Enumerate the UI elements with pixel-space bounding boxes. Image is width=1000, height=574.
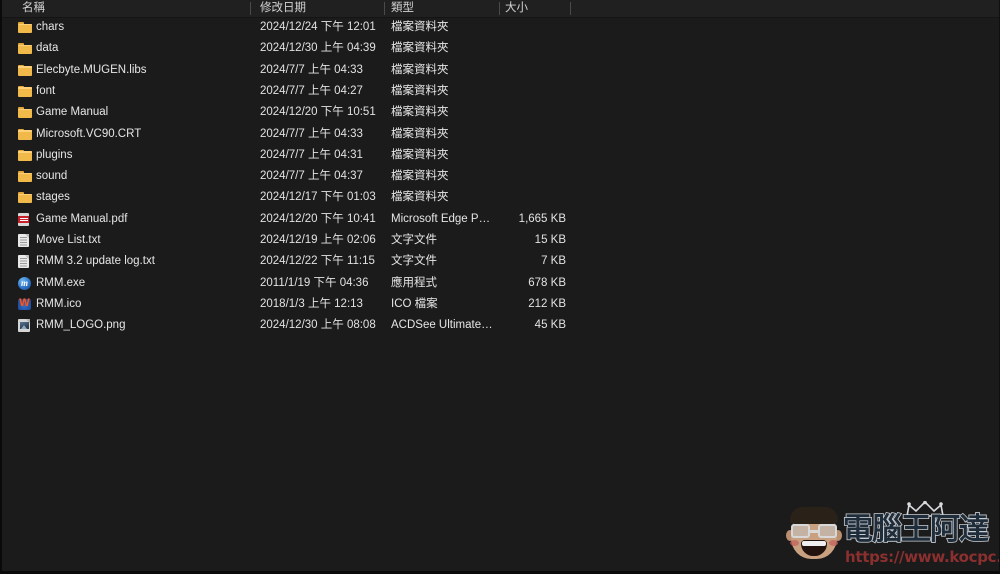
cell-name: Elecbyte.MUGEN.libs	[36, 63, 147, 76]
cell-size	[472, 17, 566, 38]
cell-name: RMM.ico	[36, 297, 82, 310]
cell-name: plugins	[36, 148, 73, 161]
cell-size: 212 KB	[528, 297, 566, 310]
folder-icon	[18, 106, 32, 119]
folder-icon	[18, 85, 32, 98]
cell-size	[472, 166, 566, 187]
text-file-icon	[18, 234, 32, 247]
cell-date: 2024/12/20 下午 10:41	[260, 212, 376, 225]
table-row[interactable]: data 2024/12/30 上午 04:39 檔案資料夾	[2, 38, 999, 59]
cell-date: 2024/12/24 下午 12:01	[260, 21, 376, 33]
cell-name: sound	[36, 170, 68, 183]
table-row[interactable]: Game Manual 2024/12/20 下午 10:51 檔案資料夾	[2, 102, 999, 123]
column-resize-handle-0[interactable]	[250, 2, 251, 15]
cell-date: 2024/12/20 下午 10:51	[260, 106, 376, 119]
table-row[interactable]: Elecbyte.MUGEN.libs 2024/7/7 上午 04:33 檔案資料…	[2, 60, 999, 81]
cell-size	[472, 124, 566, 145]
column-header-0[interactable]: 名稱	[22, 0, 242, 17]
cell-size: 15 KB	[534, 234, 566, 246]
text-file-icon	[18, 255, 32, 269]
cell-date: 2024/7/7 上午 04:37	[260, 170, 363, 183]
cell-size	[472, 187, 566, 208]
folder-icon	[18, 64, 32, 77]
cell-size	[472, 102, 566, 123]
folder-icon	[18, 149, 32, 162]
cell-name: chars	[36, 21, 65, 33]
folder-icon	[18, 21, 32, 34]
cell-date: 2024/12/19 上午 02:06	[260, 234, 376, 246]
cell-date: 2024/7/7 上午 04:33	[260, 127, 363, 140]
cell-date: 2024/7/7 上午 04:31	[260, 148, 363, 161]
cell-date: 2024/12/22 下午 11:15	[260, 255, 375, 268]
table-row[interactable]: plugins 2024/7/7 上午 04:31 檔案資料夾	[2, 145, 999, 166]
cell-name: Game Manual	[36, 106, 109, 119]
cell-name: RMM_LOGO.png	[36, 319, 126, 332]
cell-size: 7 KB	[541, 255, 566, 268]
cell-size: 678 KB	[528, 276, 566, 289]
cell-name: Move List.txt	[36, 234, 101, 246]
table-row[interactable]: W RMM.ico 2018/1/3 上午 12:13 ICO 檔案 212 KB	[2, 294, 999, 315]
cell-name: RMM 3.2 update log.txt	[36, 255, 155, 268]
folder-icon	[18, 191, 32, 204]
table-row[interactable]: RMM 3.2 update log.txt 2024/12/22 下午 11:1…	[2, 251, 999, 272]
table-row[interactable]: chars 2024/12/24 下午 12:01 檔案資料夾	[2, 17, 999, 38]
cell-size	[472, 145, 566, 166]
column-resize-handle-3[interactable]	[570, 2, 571, 15]
folder-icon	[18, 42, 32, 55]
table-row[interactable]: Move List.txt 2024/12/19 上午 02:06 文字文件 15 K…	[2, 230, 999, 251]
cell-name: font	[36, 84, 56, 97]
column-header-row: 名稱 修改日期 類型 大小	[2, 0, 999, 18]
cell-name: Game Manual.pdf	[36, 212, 128, 225]
table-row[interactable]: RMM_LOGO.png 2024/12/30 上午 08:08 ACDSee Ul…	[2, 315, 999, 336]
png-image-icon	[18, 319, 32, 333]
cell-size	[472, 60, 566, 81]
cell-date: 2024/7/7 上午 04:33	[260, 63, 363, 76]
table-row[interactable]: Microsoft.VC90.CRT 2024/7/7 上午 04:33 檔案資料夾	[2, 124, 999, 145]
column-resize-handle-1[interactable]	[384, 2, 385, 15]
file-list[interactable]: chars 2024/12/24 下午 12:01 檔案資料夾 data 2024/12…	[2, 17, 999, 571]
cell-date: 2024/12/17 下午 01:03	[260, 191, 376, 204]
cell-name: stages	[36, 191, 70, 204]
column-header-1[interactable]: 修改日期	[260, 0, 380, 17]
folder-icon	[18, 128, 32, 141]
cell-size: 45 KB	[534, 319, 566, 332]
ico-file-icon: W	[18, 296, 31, 310]
cell-date: 2024/7/7 上午 04:27	[260, 84, 363, 97]
cell-size: 1,665 KB	[518, 212, 566, 225]
cell-name: RMM.exe	[36, 276, 86, 289]
table-row[interactable]: font 2024/7/7 上午 04:27 檔案資料夾	[2, 81, 999, 102]
file-explorer-window: 名稱 修改日期 類型 大小 chars 2024/12/24 下午 12:01 檔案資料夾…	[0, 0, 1000, 574]
folder-icon	[18, 170, 32, 183]
cell-size	[472, 38, 566, 59]
table-row[interactable]: sound 2024/7/7 上午 04:37 檔案資料夾	[2, 166, 999, 187]
column-header-2[interactable]: 類型	[391, 0, 491, 17]
pdf-file-icon	[18, 212, 32, 226]
table-row[interactable]: Game Manual.pdf 2024/12/20 下午 10:41 Micros…	[2, 209, 999, 230]
cell-name: data	[36, 42, 59, 55]
column-header-3[interactable]: 大小	[505, 0, 565, 17]
cell-size	[472, 81, 566, 102]
application-exe-icon: m	[18, 276, 32, 290]
cell-date: 2024/12/30 上午 08:08	[260, 319, 376, 332]
cell-date: 2024/12/30 上午 04:39	[260, 42, 376, 55]
cell-date: 2018/1/3 上午 12:13	[260, 297, 363, 310]
cell-name: Microsoft.VC90.CRT	[36, 127, 142, 140]
column-resize-handle-2[interactable]	[499, 2, 500, 15]
cell-date: 2011/1/19 下午 04:36	[260, 276, 369, 289]
table-row[interactable]: stages 2024/12/17 下午 01:03 檔案資料夾	[2, 187, 999, 208]
table-row[interactable]: m RMM.exe 2011/1/19 下午 04:36 應用程式 678 KB	[2, 273, 999, 294]
